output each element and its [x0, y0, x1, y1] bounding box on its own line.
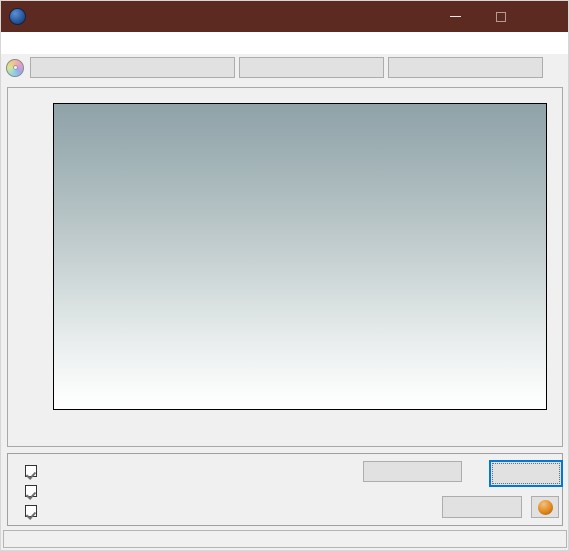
- show-c2-row[interactable]: [25, 481, 116, 501]
- start-button[interactable]: [489, 460, 563, 487]
- position-readout: [199, 461, 240, 501]
- toolbar: [1, 54, 568, 81]
- drive-select[interactable]: [30, 57, 235, 78]
- minimize-icon: [450, 16, 461, 17]
- menu-item-options[interactable]: [7, 41, 23, 45]
- info-icon: [537, 499, 553, 515]
- app-window: [0, 0, 569, 551]
- preferences-button[interactable]: [442, 496, 522, 518]
- test-select[interactable]: [388, 57, 543, 78]
- info-button[interactable]: [531, 496, 559, 518]
- lba-row: [199, 481, 240, 501]
- chart-y-axis: [8, 88, 52, 425]
- status-bar: [3, 530, 567, 548]
- msf-row: [199, 461, 240, 481]
- menu-item-help[interactable]: [23, 41, 39, 45]
- show-cu-checkbox[interactable]: [25, 505, 37, 517]
- stats-panel: [7, 453, 563, 526]
- show-cu-row[interactable]: [25, 501, 116, 521]
- show-c1-row[interactable]: [25, 461, 116, 481]
- menu-bar: [1, 32, 568, 54]
- function-select[interactable]: [239, 57, 384, 78]
- show-checkbox-group: [25, 461, 116, 521]
- chart-panel: [7, 87, 563, 447]
- chart-plot-area: [53, 103, 547, 410]
- maximize-button[interactable]: [478, 1, 523, 32]
- show-c1-checkbox[interactable]: [25, 465, 37, 477]
- title-bar: [1, 1, 568, 32]
- show-c2-checkbox[interactable]: [25, 485, 37, 497]
- start-button-inner: [492, 463, 560, 484]
- minimize-button[interactable]: [433, 1, 478, 32]
- cd-disc-icon: [6, 58, 24, 77]
- speed-select[interactable]: [363, 461, 462, 482]
- window-controls: [433, 1, 568, 32]
- xl-disc-icon: [9, 8, 26, 25]
- maximize-icon: [495, 11, 506, 22]
- chart-bars: [54, 104, 546, 409]
- close-button[interactable]: [523, 1, 568, 32]
- chart-x-axis: [53, 410, 549, 440]
